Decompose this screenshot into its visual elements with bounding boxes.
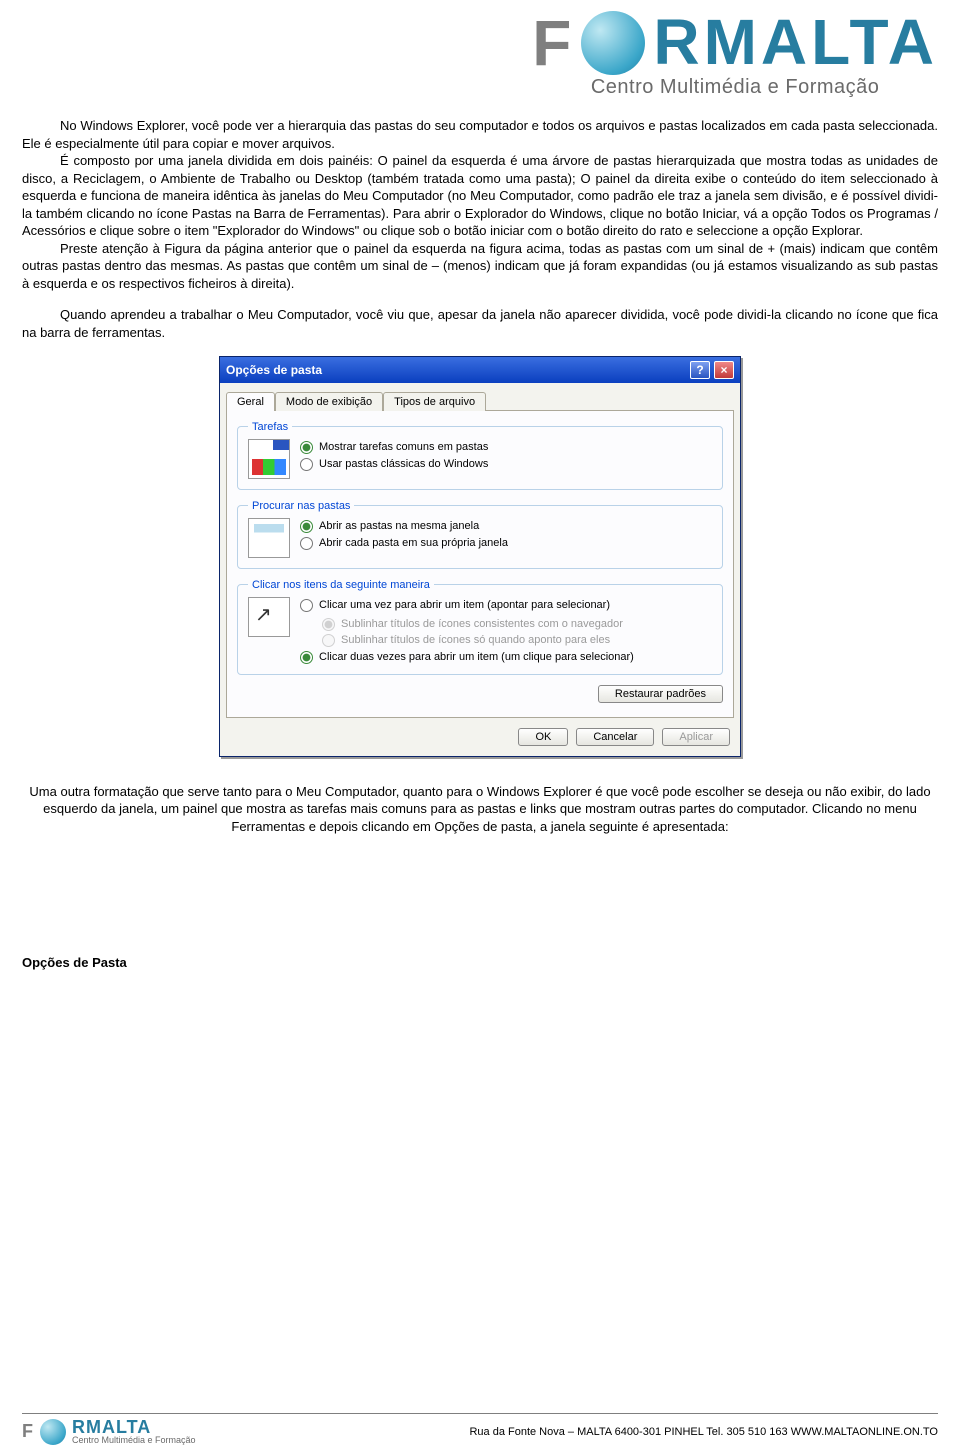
brand-logo: F RMALTA Centro Multimédia e Formação — [532, 6, 938, 99]
tab-modo-exibicao[interactable]: Modo de exibição — [275, 392, 383, 411]
brand-suffix: RMALTA — [653, 14, 938, 72]
group-legend: Clicar nos itens da seguinte maneira — [248, 579, 434, 591]
globe-icon — [581, 11, 645, 75]
page-header: F RMALTA Centro Multimédia e Formação — [22, 0, 938, 99]
radio-input[interactable] — [300, 651, 313, 664]
group-legend: Procurar nas pastas — [248, 500, 354, 512]
paragraph: Preste atenção à Figura da página anteri… — [22, 240, 938, 293]
radio-input[interactable] — [300, 537, 313, 550]
paragraph: Quando aprendeu a trabalhar o Meu Comput… — [22, 306, 938, 341]
radio-label: Sublinhar títulos de ícones consistentes… — [341, 618, 623, 630]
group-legend: Tarefas — [248, 421, 292, 433]
brand-subtitle: Centro Multimédia e Formação — [72, 1436, 196, 1445]
group-tarefas: Tarefas Mostrar tarefas comuns em pastas — [237, 421, 723, 490]
radio-label: Usar pastas clássicas do Windows — [319, 458, 488, 470]
radio-mesma-janela[interactable]: Abrir as pastas na mesma janela — [300, 520, 508, 533]
radio-input[interactable] — [300, 441, 313, 454]
radio-input[interactable] — [300, 520, 313, 533]
radio-label: Clicar duas vezes para abrir um item (um… — [319, 651, 634, 663]
tab-tipos-arquivo[interactable]: Tipos de arquivo — [383, 392, 486, 411]
brand-suffix: RMALTA — [72, 1418, 196, 1436]
radio-sublinhar-aponto: Sublinhar títulos de ícones só quando ap… — [322, 634, 634, 647]
radio-input[interactable] — [300, 458, 313, 471]
radio-um-clique[interactable]: Clicar uma vez para abrir um item (apont… — [300, 599, 634, 612]
radio-mostrar-tarefas[interactable]: Mostrar tarefas comuns em pastas — [300, 441, 488, 454]
radio-input — [322, 634, 335, 647]
globe-icon — [40, 1419, 66, 1445]
group-clicar: Clicar nos itens da seguinte maneira Cli… — [237, 579, 723, 675]
radio-label: Clicar uma vez para abrir um item (apont… — [319, 599, 610, 611]
cursor-icon — [248, 597, 290, 637]
document-body: No Windows Explorer, você pode ver a hie… — [22, 117, 938, 342]
radio-propria-janela[interactable]: Abrir cada pasta em sua própria janela — [300, 537, 508, 550]
section-title: Opções de Pasta — [22, 955, 938, 970]
thumbnail-icon — [248, 518, 290, 558]
cancel-button[interactable]: Cancelar — [576, 728, 654, 746]
paragraph: No Windows Explorer, você pode ver a hie… — [22, 117, 938, 152]
paragraph: Uma outra formatação que serve tanto par… — [22, 783, 938, 836]
radio-label: Abrir as pastas na mesma janela — [319, 520, 479, 532]
help-button[interactable]: ? — [690, 361, 710, 379]
radio-duplo-clique[interactable]: Clicar duas vezes para abrir um item (um… — [300, 651, 634, 664]
ok-button[interactable]: OK — [518, 728, 568, 746]
paragraph: É composto por uma janela dividida em do… — [22, 152, 938, 240]
brand-prefix: F — [22, 1421, 34, 1441]
tab-geral[interactable]: Geral — [226, 392, 275, 411]
brand-subtitle: Centro Multimédia e Formação — [591, 76, 880, 99]
thumbnail-icon — [248, 439, 290, 479]
restore-defaults-button[interactable]: Restaurar padrões — [598, 685, 723, 703]
dialog-title: Opções de pasta — [226, 363, 322, 377]
radio-label: Mostrar tarefas comuns em pastas — [319, 441, 488, 453]
radio-label: Abrir cada pasta em sua própria janela — [319, 537, 508, 549]
page-footer: F RMALTA Centro Multimédia e Formação Ru… — [22, 1413, 938, 1445]
close-button[interactable]: × — [714, 361, 734, 379]
dialog-titlebar: Opções de pasta ? × — [220, 357, 740, 383]
radio-label: Sublinhar títulos de ícones só quando ap… — [341, 634, 610, 646]
radio-pastas-classicas[interactable]: Usar pastas clássicas do Windows — [300, 458, 488, 471]
brand-prefix: F — [532, 6, 573, 80]
group-procurar: Procurar nas pastas Abrir as pastas na m… — [237, 500, 723, 569]
tabs: Geral Modo de exibição Tipos de arquivo — [226, 391, 734, 410]
apply-button[interactable]: Aplicar — [662, 728, 730, 746]
footer-address: Rua da Fonte Nova – MALTA 6400-301 PINHE… — [469, 1426, 938, 1438]
divider — [22, 1413, 938, 1414]
radio-input[interactable] — [300, 599, 313, 612]
footer-brand: F RMALTA Centro Multimédia e Formação — [22, 1418, 196, 1445]
folder-options-dialog: Opções de pasta ? × Geral Modo de exibiç… — [219, 356, 741, 757]
radio-input — [322, 618, 335, 631]
radio-sublinhar-sempre: Sublinhar títulos de ícones consistentes… — [322, 618, 634, 631]
